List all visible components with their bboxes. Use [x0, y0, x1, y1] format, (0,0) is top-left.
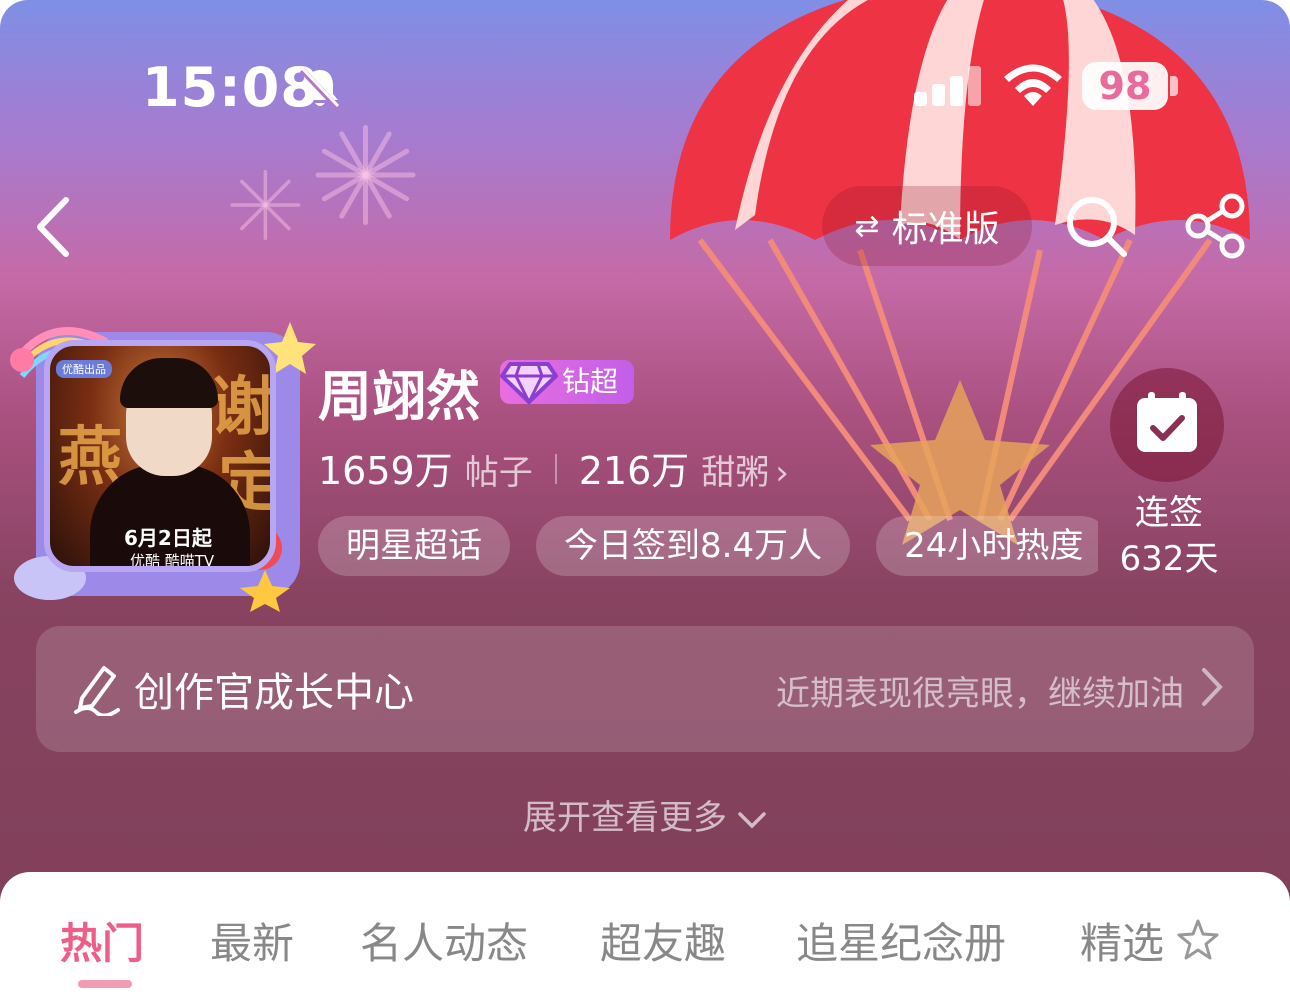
content-tab-bar: 热门 最新 名人动态 超友趣 追星纪念册 精选	[0, 872, 1290, 998]
creator-hint: 近期表现很亮眼，继续加油	[776, 674, 1184, 714]
chevron-right-icon	[1202, 668, 1223, 706]
stats-divider	[554, 454, 557, 484]
topic-stats: 1659万 帖子 216万 甜粥 ›	[318, 440, 789, 495]
checkin-streak: 连签 632天	[1110, 490, 1228, 582]
tab-fan-fun[interactable]: 超友趣	[600, 910, 726, 971]
checkin-label: 连签	[1135, 493, 1203, 533]
tab-hot[interactable]: 热门	[60, 910, 144, 971]
poster-brand: 优酷 酷喵TV	[130, 552, 215, 570]
super-topic-avatar[interactable]: 优酷出品 燕 谢 定 6月2日起 优酷 酷喵TV	[44, 340, 276, 572]
tab-featured[interactable]: 精选	[1080, 910, 1164, 971]
firework-decoration	[227, 167, 304, 244]
poster-tag: 优酷出品	[56, 360, 112, 378]
tag-chip[interactable]: 明星超话	[318, 516, 510, 576]
creator-title: 创作官成长中心	[134, 670, 414, 716]
topic-name: 周翊然	[318, 365, 480, 428]
calendar-check-icon	[1137, 392, 1197, 452]
tab-celebrity-updates[interactable]: 名人动态	[360, 910, 528, 971]
wifi-icon	[1004, 64, 1062, 106]
poster-date: 6月2日起	[124, 526, 212, 550]
poster-hair	[120, 358, 218, 408]
topic-tags: 明星超话 今日签到8.4万人 24小时热度	[318, 516, 1098, 576]
tag-chip[interactable]: 24小时热度	[876, 516, 1098, 576]
expand-more-button[interactable]: 展开查看更多	[0, 790, 1290, 839]
tag-chip[interactable]: 今日签到8.4万人	[536, 516, 851, 576]
creator-pen-icon	[74, 666, 120, 716]
fans-label[interactable]: 甜粥	[701, 445, 769, 494]
expand-label: 展开查看更多	[523, 798, 727, 838]
fans-count[interactable]: 216万	[579, 440, 690, 495]
active-tab-indicator	[78, 980, 132, 988]
back-arrow-icon[interactable]	[28, 192, 88, 262]
edition-label: 标准版	[891, 209, 1000, 250]
super-topic-page: 15:08 98 ⇄ 标准版 优酷出品 燕 谢 定 6月2日起 优酷 酷喵TV …	[0, 0, 1290, 998]
posts-count: 1659万	[318, 449, 453, 493]
posts-label: 帖子	[464, 453, 533, 493]
chevron-down-icon	[738, 811, 766, 828]
tab-memorial-album[interactable]: 追星纪念册	[796, 910, 1006, 971]
checkin-button[interactable]	[1110, 368, 1224, 482]
mute-bell-icon	[299, 66, 341, 111]
battery-cap	[1170, 76, 1178, 96]
switch-arrows-icon: ⇄	[854, 208, 880, 244]
status-time: 15:08	[142, 56, 319, 119]
share-icon[interactable]	[1182, 192, 1250, 260]
star-badge-icon	[1177, 919, 1219, 960]
tab-latest[interactable]: 最新	[210, 910, 294, 971]
battery-indicator: 98	[1082, 62, 1168, 110]
checkin-days: 632天	[1119, 539, 1219, 579]
search-icon[interactable]	[1062, 192, 1130, 260]
chevron-right-icon[interactable]: ›	[775, 453, 789, 493]
creator-growth-center-card[interactable]: 创作官成长中心 近期表现很亮眼，继续加油	[36, 626, 1254, 752]
edition-switch-button[interactable]: ⇄ 标准版	[822, 186, 1032, 266]
diamond-icon	[500, 362, 558, 406]
firework-decoration	[310, 120, 420, 230]
